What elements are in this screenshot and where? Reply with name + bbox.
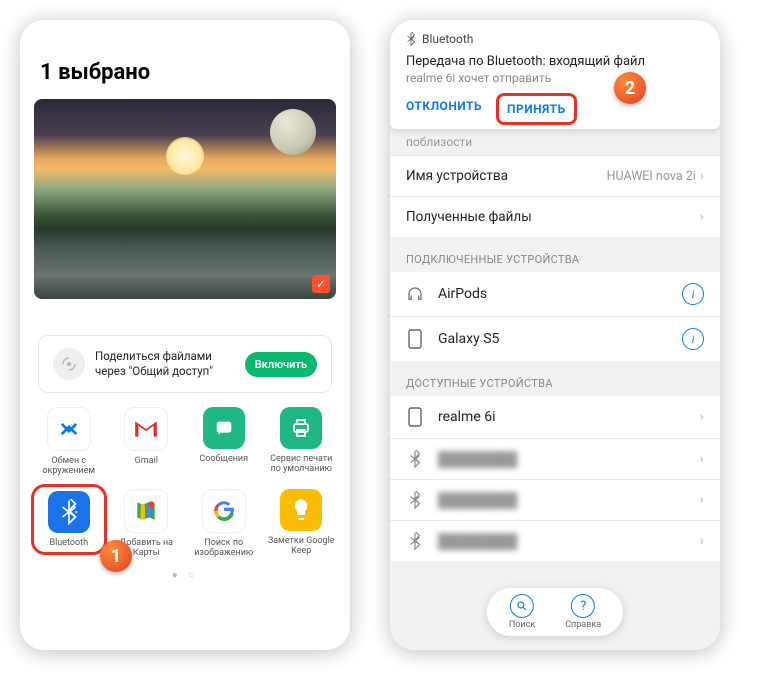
bt-incoming-dialog: Bluetooth Передача по Bluetooth: входящи… [390,20,720,129]
share-row-2: Bluetooth Добавить на Карты Поиск по изо… [20,483,350,565]
share-row-1: Обмен с окружением Gmail Сообщения Серви… [20,393,350,483]
share-bluetooth[interactable]: Bluetooth [34,489,104,559]
chat-icon [213,417,235,439]
help-icon: ? [571,594,595,618]
device-blurred[interactable]: ████████ › [390,438,720,479]
share-gmail[interactable]: Gmail [111,407,181,477]
dialog-title: Bluetooth [406,32,704,46]
search-button[interactable]: Поиск [509,594,535,630]
enable-button[interactable]: Включить [245,352,317,377]
nearby-share-icon [53,348,85,380]
chevron-right-icon: › [700,209,704,225]
device-realme[interactable]: realme 6i › [390,396,720,438]
bluetooth-icon [406,532,424,550]
device-airpods[interactable]: AirPods i [390,272,720,316]
device-name-row[interactable]: Имя устройства HUAWEI nova 2i› [390,155,720,196]
proximity-label: поблизости [390,129,720,155]
device-name-label: Имя устройства [406,168,508,184]
dialog-subtitle: realme 6i хочет отправить [406,71,704,85]
phone-left: 1 выбрано ✓ Поделиться файлами через "Об… [20,20,350,650]
chevron-right-icon: › [700,451,704,467]
info-icon[interactable]: i [682,328,704,350]
share-image-search[interactable]: Поиск по изображению [189,489,259,559]
search-icon [510,594,534,618]
bluetooth-small-icon [406,32,416,46]
received-files-label: Полученные файлы [406,209,532,225]
nearby-share-card: Поделиться файлами через "Общий доступ" … [38,335,332,393]
maps-icon [133,498,159,524]
help-button[interactable]: ? Справка [565,594,601,630]
share-messages[interactable]: Сообщения [189,407,259,477]
device-blurred[interactable]: ████████ › [390,520,720,561]
headphones-icon [406,285,424,303]
chevron-right-icon: › [700,168,704,184]
bluetooth-icon [406,450,424,468]
share-keep[interactable]: Заметки Google Keep [266,489,336,559]
nearby-share-text: Поделиться файлами через "Общий доступ" [95,349,235,379]
callout-1: 1 [100,540,132,572]
callout-2: 2 [614,72,646,104]
chevron-right-icon: › [700,533,704,549]
dialog-body: Передача по Bluetooth: входящий файл [406,54,704,69]
gmail-icon [133,419,159,439]
received-files-row[interactable]: Полученные файлы › [390,196,720,237]
bluetooth-icon [59,499,79,525]
sun-graphic [166,137,204,175]
device-blurred[interactable]: ████████ › [390,479,720,520]
info-icon[interactable]: i [682,283,704,305]
google-icon [211,498,237,524]
nearby-icon [56,416,82,442]
share-print[interactable]: Сервис печати по умолчанию [266,407,336,477]
selected-image[interactable]: ✓ [34,99,336,299]
dialog-actions: ОТКЛОНИТЬ ПРИНЯТЬ [406,99,704,129]
phone-icon [406,407,424,427]
available-header: ДОСТУПНЫЕ УСТРОЙСТВА [390,361,720,396]
chevron-right-icon: › [700,409,704,425]
keep-icon [292,498,310,522]
selection-checkmark[interactable]: ✓ [312,275,330,293]
share-nearby[interactable]: Обмен с окружением [34,407,104,477]
chevron-right-icon: › [700,492,704,508]
page-dots: ● ○ [20,564,350,587]
bluetooth-icon [406,491,424,509]
connected-header: ПОДКЛЮЧЕННЫЕ УСТРОЙСТВА [390,237,720,272]
selection-title: 1 выбрано [20,20,350,99]
phone-right: Bluetooth Передача по Bluetooth: входящи… [390,20,720,650]
decline-button[interactable]: ОТКЛОНИТЬ [406,99,482,119]
device-galaxy[interactable]: Galaxy S5 i [390,316,720,361]
print-icon [289,416,313,440]
accept-button[interactable]: ПРИНЯТЬ [507,102,566,116]
bottom-toolbar: Поиск ? Справка [487,588,623,636]
phone-icon [406,329,424,349]
moon-graphic [270,109,316,155]
